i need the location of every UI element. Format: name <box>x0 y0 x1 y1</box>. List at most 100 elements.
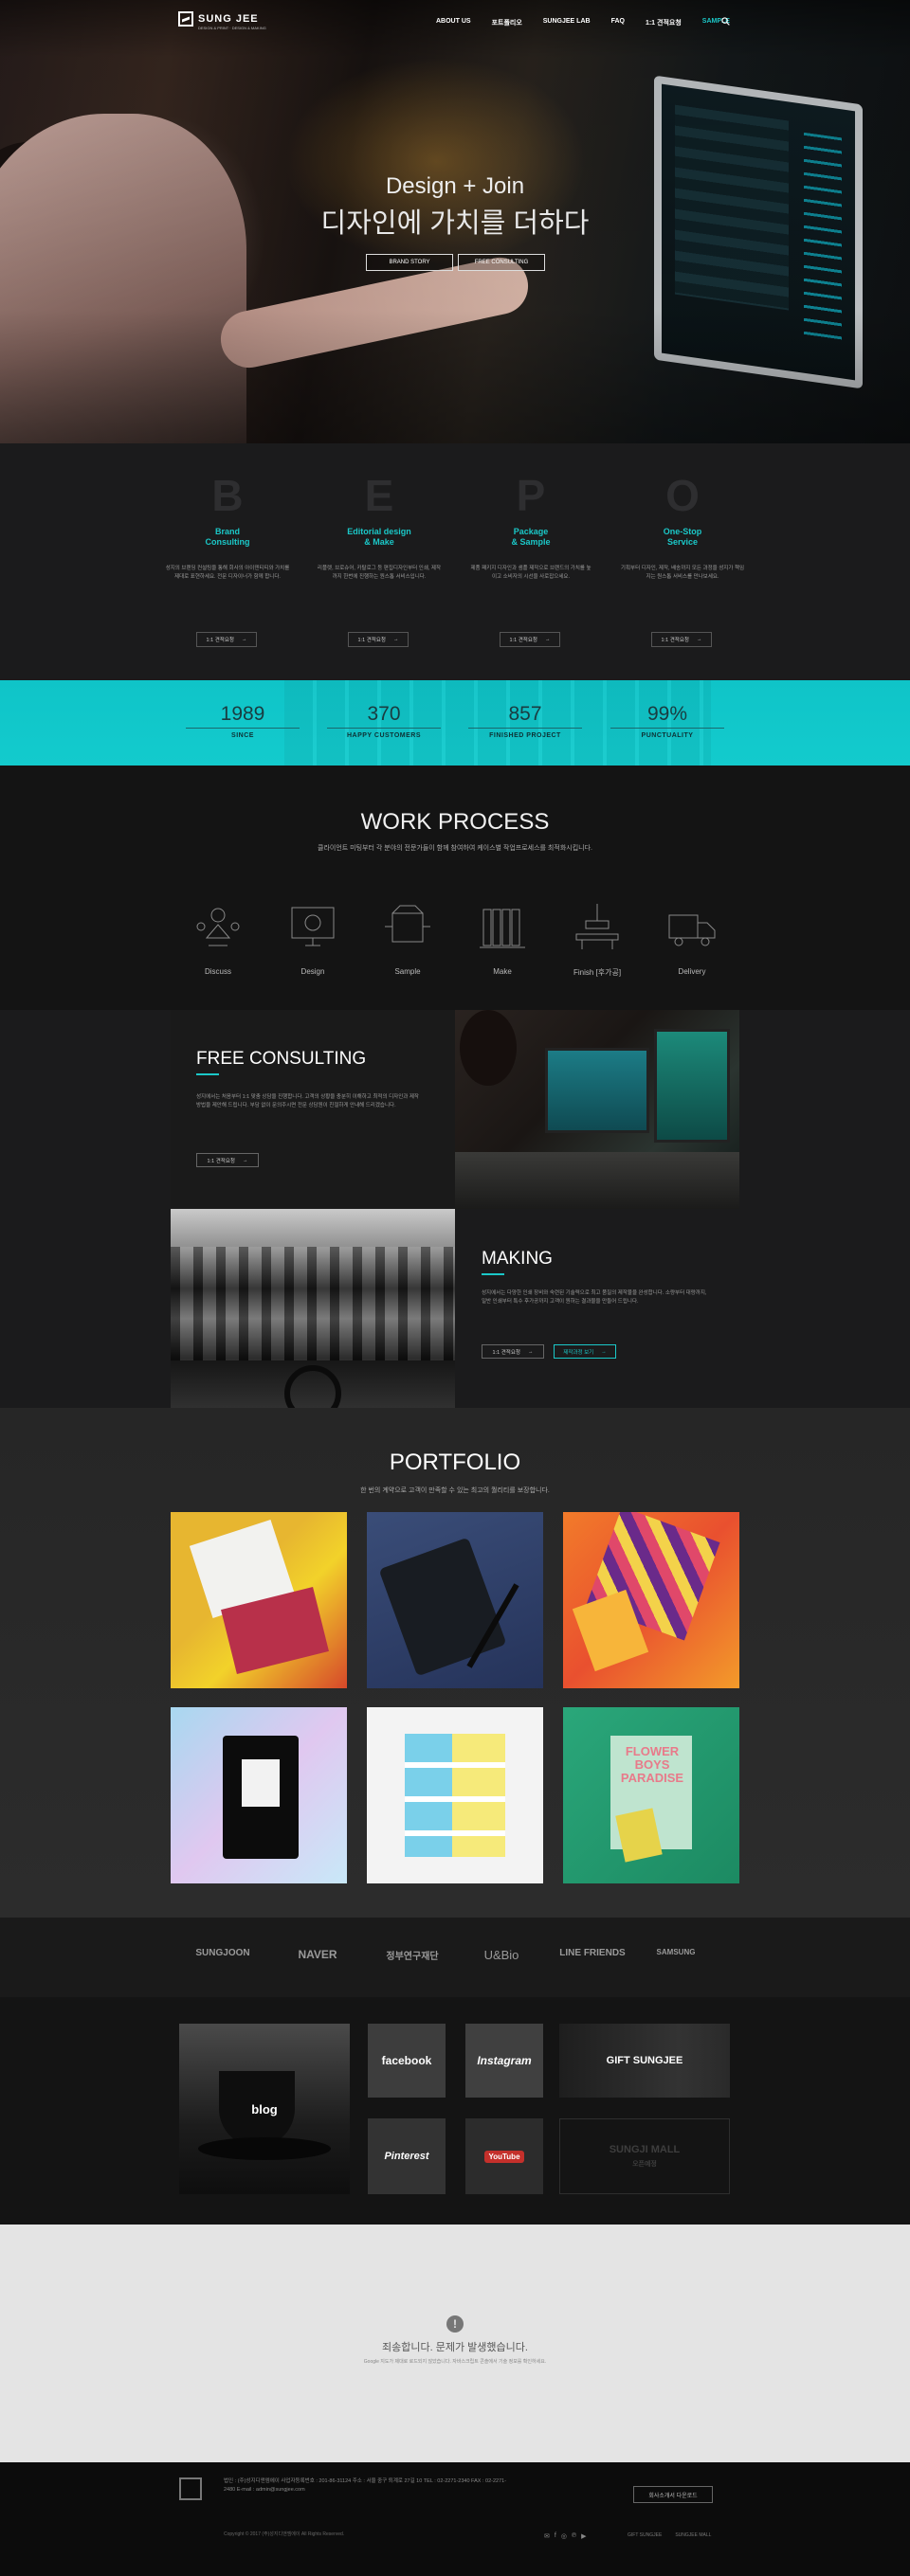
nav-item-lab[interactable]: SUNGJEE LAB <box>543 18 591 27</box>
stat-number: 370 <box>327 703 441 729</box>
stat-customers: 370 HAPPY CUSTOMERS <box>327 703 441 739</box>
nav-item-about[interactable]: ABOUT US <box>436 18 471 27</box>
facebook-label: facebook <box>381 2054 432 2067</box>
portfolio-item[interactable] <box>171 1512 347 1688</box>
design-monitor-icon <box>291 907 335 946</box>
arrow-right-icon: → <box>392 637 399 642</box>
service-estimate-button[interactable]: 1:1 견적요청 → <box>348 632 409 647</box>
section-title: WORK PROCESS <box>360 809 550 835</box>
instagram-icon[interactable]: ◎ <box>561 2532 567 2540</box>
instagram-label: Instagram <box>477 2054 532 2067</box>
error-subtitle: Google 지도가 제대로 로드되지 않았습니다. 자바스크립트 콘솔에서 기… <box>363 2359 547 2365</box>
portfolio-item[interactable] <box>367 1512 543 1688</box>
portfolio-item-text: FLOWER BOYS PARADISE <box>620 1744 684 1785</box>
making-process-button[interactable]: 제작과정 보기 → <box>554 1344 616 1359</box>
work-process-section: WORK PROCESS 클라이언트 미팅부터 각 분야의 전문가들이 함께 참… <box>0 766 910 1010</box>
making-estimate-button[interactable]: 1:1 견적요청 → <box>482 1344 544 1359</box>
process-step-label: Finish [후가공] <box>573 968 622 977</box>
hero-headline-en: Design + Join <box>385 173 525 199</box>
logo-text: SUNG JEE <box>198 13 259 25</box>
arrow-right-icon: → <box>696 637 702 642</box>
services-section: B Brand Consulting 성지의 브랜딩 컨설팅을 통해 회사의 아… <box>0 443 910 680</box>
nav-item-estimate[interactable]: 1:1 견적요청 <box>646 18 682 27</box>
service-estimate-button[interactable]: 1:1 견적요청 → <box>651 632 712 647</box>
blog-label: blog <box>251 2101 278 2117</box>
stat-number: 857 <box>468 703 582 729</box>
process-step-delivery: Delivery <box>654 898 730 976</box>
consulting-block: FREE CONSULTING 성지에서는 처음부터 1:1 맞춤 상담을 진행… <box>171 1010 455 1209</box>
partner-logo: LINE FRIENDS <box>559 1948 626 1958</box>
partner-logo: SUNGJOON <box>195 1948 250 1958</box>
mall-label: SUNGJI MALL <box>609 2144 681 2155</box>
sungji-mall-link[interactable]: SUNGJI MALL 오픈예정 <box>559 2118 730 2194</box>
youtube-label: YouTube <box>484 2150 524 2163</box>
making-photo <box>171 1209 455 1408</box>
service-estimate-label: 1:1 견적요청 <box>661 638 689 643</box>
footer-links: GIFT SUNGJEE SUNGJEE MALL <box>628 2532 711 2538</box>
youtube-link[interactable]: YouTube <box>465 2118 543 2194</box>
footer-social-icons: ✉ f ◎ ℗ ▶ <box>544 2532 587 2540</box>
consulting-title: FREE CONSULTING <box>196 1049 367 1075</box>
button-label: 1:1 견적요청 <box>492 1349 520 1356</box>
portfolio-section: PORTFOLIO 한 번의 계약으로 고객이 만족할 수 있는 최고의 퀄리티… <box>0 1408 910 1918</box>
nav-item-faq[interactable]: FAQ <box>611 18 625 27</box>
footer-link-mall[interactable]: SUNGJEE MALL <box>675 2532 711 2538</box>
process-step-make: Make <box>464 898 540 976</box>
facebook-icon[interactable]: f <box>555 2532 556 2540</box>
consulting-making-section: FREE CONSULTING 성지에서는 처음부터 1:1 맞춤 상담을 진행… <box>0 1010 910 1408</box>
partner-logo: 정부연구재단 <box>386 1952 439 1962</box>
stat-label: FINISHED PROJECT <box>489 732 561 739</box>
error-title: 죄송합니다. 문제가 발생했습니다. <box>382 2342 528 2353</box>
brand-story-button[interactable]: BRAND STORY <box>366 254 453 271</box>
pinterest-label: Pinterest <box>384 2151 429 2162</box>
partner-logo: SAMSUNG <box>656 1948 696 1956</box>
stat-number: 1989 <box>186 703 300 729</box>
warning-icon: ! <box>446 2315 464 2333</box>
service-desc: 제품 패키지 디자인과 샘플 제작으로 브랜드의 가치를 높이고 소비자의 시선… <box>470 566 592 580</box>
portfolio-item[interactable] <box>367 1707 543 1883</box>
youtube-icon[interactable]: ▶ <box>581 2532 586 2540</box>
map-error-section: ! 죄송합니다. 문제가 발생했습니다. Google 지도가 제대로 로드되지… <box>0 2225 910 2462</box>
logo-subtext: DESIGN & PRINT · DESIGN & MAKING <box>198 26 266 30</box>
footer-link-gift[interactable]: GIFT SUNGJEE <box>628 2532 662 2538</box>
mail-icon[interactable]: ✉ <box>544 2532 550 2540</box>
stat-label: PUNCTUALITY <box>641 732 694 739</box>
hero-headline-ko: 디자인에 가치를 더하다 <box>320 208 590 239</box>
service-title: Editorial design & Make <box>347 527 411 547</box>
arrow-right-icon: → <box>527 1348 534 1355</box>
free-consulting-button[interactable]: FREE CONSULTING <box>458 254 545 271</box>
company-profile-download-button[interactable]: 회사소개서 다운로드 <box>633 2486 713 2503</box>
pinterest-link[interactable]: Pinterest <box>368 2118 446 2194</box>
portfolio-item[interactable]: FLOWER BOYS PARADISE <box>563 1707 739 1883</box>
making-block: MAKING 성지에서는 다양한 인쇄 장비와 숙련된 기술력으로 최고 품질의… <box>455 1209 739 1408</box>
finish-press-icon <box>575 904 619 949</box>
consulting-estimate-button[interactable]: 1:1 견적요청 → <box>196 1153 259 1167</box>
service-estimate-button[interactable]: 1:1 견적요청 → <box>196 632 257 647</box>
stat-number: 99% <box>610 703 724 729</box>
process-step-label: Design <box>300 967 325 976</box>
logo-mark-icon <box>178 11 193 27</box>
portfolio-item[interactable] <box>171 1707 347 1883</box>
pinterest-icon[interactable]: ℗ <box>572 2532 576 2540</box>
button-label: 제작과정 보기 <box>563 1349 594 1356</box>
stat-projects: 857 FINISHED PROJECT <box>468 703 582 739</box>
process-step-label: Make <box>493 967 512 976</box>
stat-label: HAPPY CUSTOMERS <box>346 732 422 739</box>
process-step-label: Sample <box>394 967 421 976</box>
portfolio-item[interactable] <box>563 1512 739 1688</box>
instagram-link[interactable]: Instagram <box>465 2024 543 2098</box>
blog-link[interactable]: blog <box>179 2024 350 2194</box>
service-desc: 기획부터 디자인, 제작, 배송까지 모든 과정을 성지가 책임지는 원스톱 서… <box>620 566 745 580</box>
search-icon[interactable] <box>721 17 730 26</box>
stat-punctuality: 99% PUNCTUALITY <box>610 703 724 739</box>
nav-item-portfolio[interactable]: 포트폴리오 <box>492 18 522 27</box>
company-info: 법인 : (주)성지디앤엠에이 사업자등록번호 : 201-86-31124 주… <box>224 2478 507 2493</box>
sample-box-icon <box>385 905 430 943</box>
button-label: 1:1 견적요청 <box>207 1158 235 1164</box>
making-desc: 성지에서는 다양한 인쇄 장비와 숙련된 기술력으로 최고 품질의 제작물을 완… <box>482 1290 707 1305</box>
logo[interactable]: SUNG JEE DESIGN & PRINT · DESIGN & MAKIN… <box>178 11 266 30</box>
service-estimate-button[interactable]: 1:1 견적요청 → <box>500 632 560 647</box>
gift-sungjee-link[interactable]: GIFT SUNGJEE <box>559 2024 730 2098</box>
facebook-link[interactable]: facebook <box>368 2024 446 2098</box>
partner-logo: U&Bio <box>483 1948 519 1962</box>
